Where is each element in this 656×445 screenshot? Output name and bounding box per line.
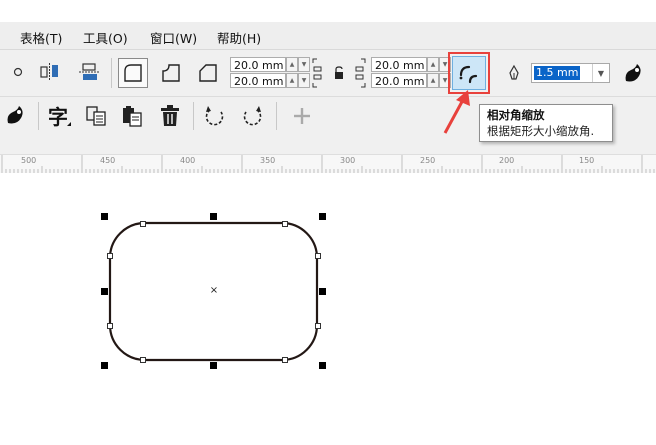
chevron-down-icon[interactable]: ▼ — [592, 64, 609, 82]
separator — [111, 58, 112, 88]
selection-handle[interactable] — [319, 288, 326, 295]
tooltip-description: 根据矩形大小缩放角. — [487, 124, 595, 138]
mirror-horizontal-icon[interactable] — [37, 61, 63, 83]
outline-width-select[interactable]: 1.5 mm ▼ — [531, 63, 610, 83]
spin-up-icon[interactable]: ▲ — [286, 57, 298, 72]
menu-help[interactable]: 帮助(H) — [217, 28, 261, 47]
mirror-vertical-icon[interactable] — [76, 61, 102, 83]
ruler-label: 500 — [21, 156, 37, 165]
spin-up-icon[interactable]: ▲ — [427, 57, 439, 72]
selection-handle[interactable] — [101, 213, 108, 220]
spin-up-icon[interactable]: ▲ — [286, 73, 298, 88]
undo-icon[interactable] — [200, 102, 230, 130]
corner-node[interactable] — [282, 357, 288, 363]
color-swirl-icon[interactable] — [2, 102, 30, 130]
spin-down-icon[interactable]: ▼ — [298, 57, 310, 72]
selection-handle[interactable] — [210, 362, 217, 369]
ruler-label: 300 — [340, 156, 356, 165]
selection-handle[interactable] — [101, 288, 108, 295]
separator — [38, 102, 39, 130]
pen-icon — [505, 63, 523, 83]
ruler-label: 400 — [180, 156, 196, 165]
corner-node[interactable] — [315, 253, 321, 259]
corner-node[interactable] — [107, 323, 113, 329]
corner-radius-bottom-right[interactable]: 20.0 mm — [371, 73, 427, 88]
window-top-strip — [0, 0, 656, 22]
selection-handle[interactable] — [319, 213, 326, 220]
horizontal-ruler[interactable]: 500 450 400 350 300 250 200 150 — [0, 154, 656, 174]
ruler-label: 200 — [499, 156, 515, 165]
svg-text:字: 字 — [48, 105, 68, 129]
tooltip-title: 相对角缩放 — [487, 108, 545, 122]
copy-properties-icon[interactable] — [83, 102, 109, 130]
ruler-label: 350 — [260, 156, 276, 165]
lock-icon[interactable] — [331, 64, 347, 82]
corner-node[interactable] — [140, 357, 146, 363]
ruler-label: 150 — [579, 156, 595, 165]
corner-node[interactable] — [140, 221, 146, 227]
corner-node[interactable] — [282, 221, 288, 227]
corner-glyph-icon — [311, 57, 325, 89]
ruler-ticks — [1, 155, 655, 173]
menu-bar: 表格(T) 工具(O) 窗口(W) 帮助(H) — [0, 22, 656, 50]
scalloped-corner-button[interactable] — [156, 58, 186, 88]
corner-node[interactable] — [107, 253, 113, 259]
menu-table[interactable]: 表格(T) — [20, 28, 62, 47]
outline-width-value: 1.5 mm — [534, 66, 581, 80]
menu-window[interactable]: 窗口(W) — [150, 28, 197, 47]
circle-icon[interactable] — [10, 64, 26, 80]
redo-icon[interactable] — [237, 102, 267, 130]
property-bar: 20.0 mm ▲ ▼ 20.0 mm ▲ ▼ 20.0 mm ▲ ▼ 20.0… — [0, 50, 656, 97]
corner-radius-bottom-left[interactable]: 20.0 mm — [230, 73, 286, 88]
menu-tools[interactable]: 工具(O) — [83, 28, 128, 47]
plus-icon[interactable] — [288, 102, 316, 130]
annotation-arrow-icon — [443, 90, 470, 134]
corner-node[interactable] — [315, 323, 321, 329]
relative-corner-scale-icon[interactable] — [452, 56, 486, 90]
separator — [276, 102, 277, 130]
selection-handle[interactable] — [210, 213, 217, 220]
ruler-label: 250 — [420, 156, 436, 165]
text-tool-icon[interactable]: 字 — [44, 101, 74, 131]
spin-up-icon[interactable]: ▲ — [427, 73, 439, 88]
tooltip: 相对角缩放 根据矩形大小缩放角. — [479, 104, 613, 142]
corner-radius-top-right[interactable]: 20.0 mm — [371, 57, 427, 72]
chamfered-corner-button[interactable] — [193, 58, 223, 88]
color-eyedropper-icon[interactable] — [620, 60, 648, 88]
separator — [193, 102, 194, 130]
selection-handle[interactable] — [319, 362, 326, 369]
ruler-label: 450 — [100, 156, 116, 165]
center-mark-icon[interactable]: × — [209, 286, 219, 296]
paste-icon[interactable] — [119, 102, 145, 130]
corner-radius-top-left[interactable]: 20.0 mm — [230, 57, 286, 72]
round-corner-button[interactable] — [118, 58, 148, 88]
corner-glyph-icon — [353, 57, 367, 89]
spin-down-icon[interactable]: ▼ — [298, 73, 310, 88]
delete-icon[interactable] — [157, 102, 183, 130]
selection-handle[interactable] — [101, 362, 108, 369]
